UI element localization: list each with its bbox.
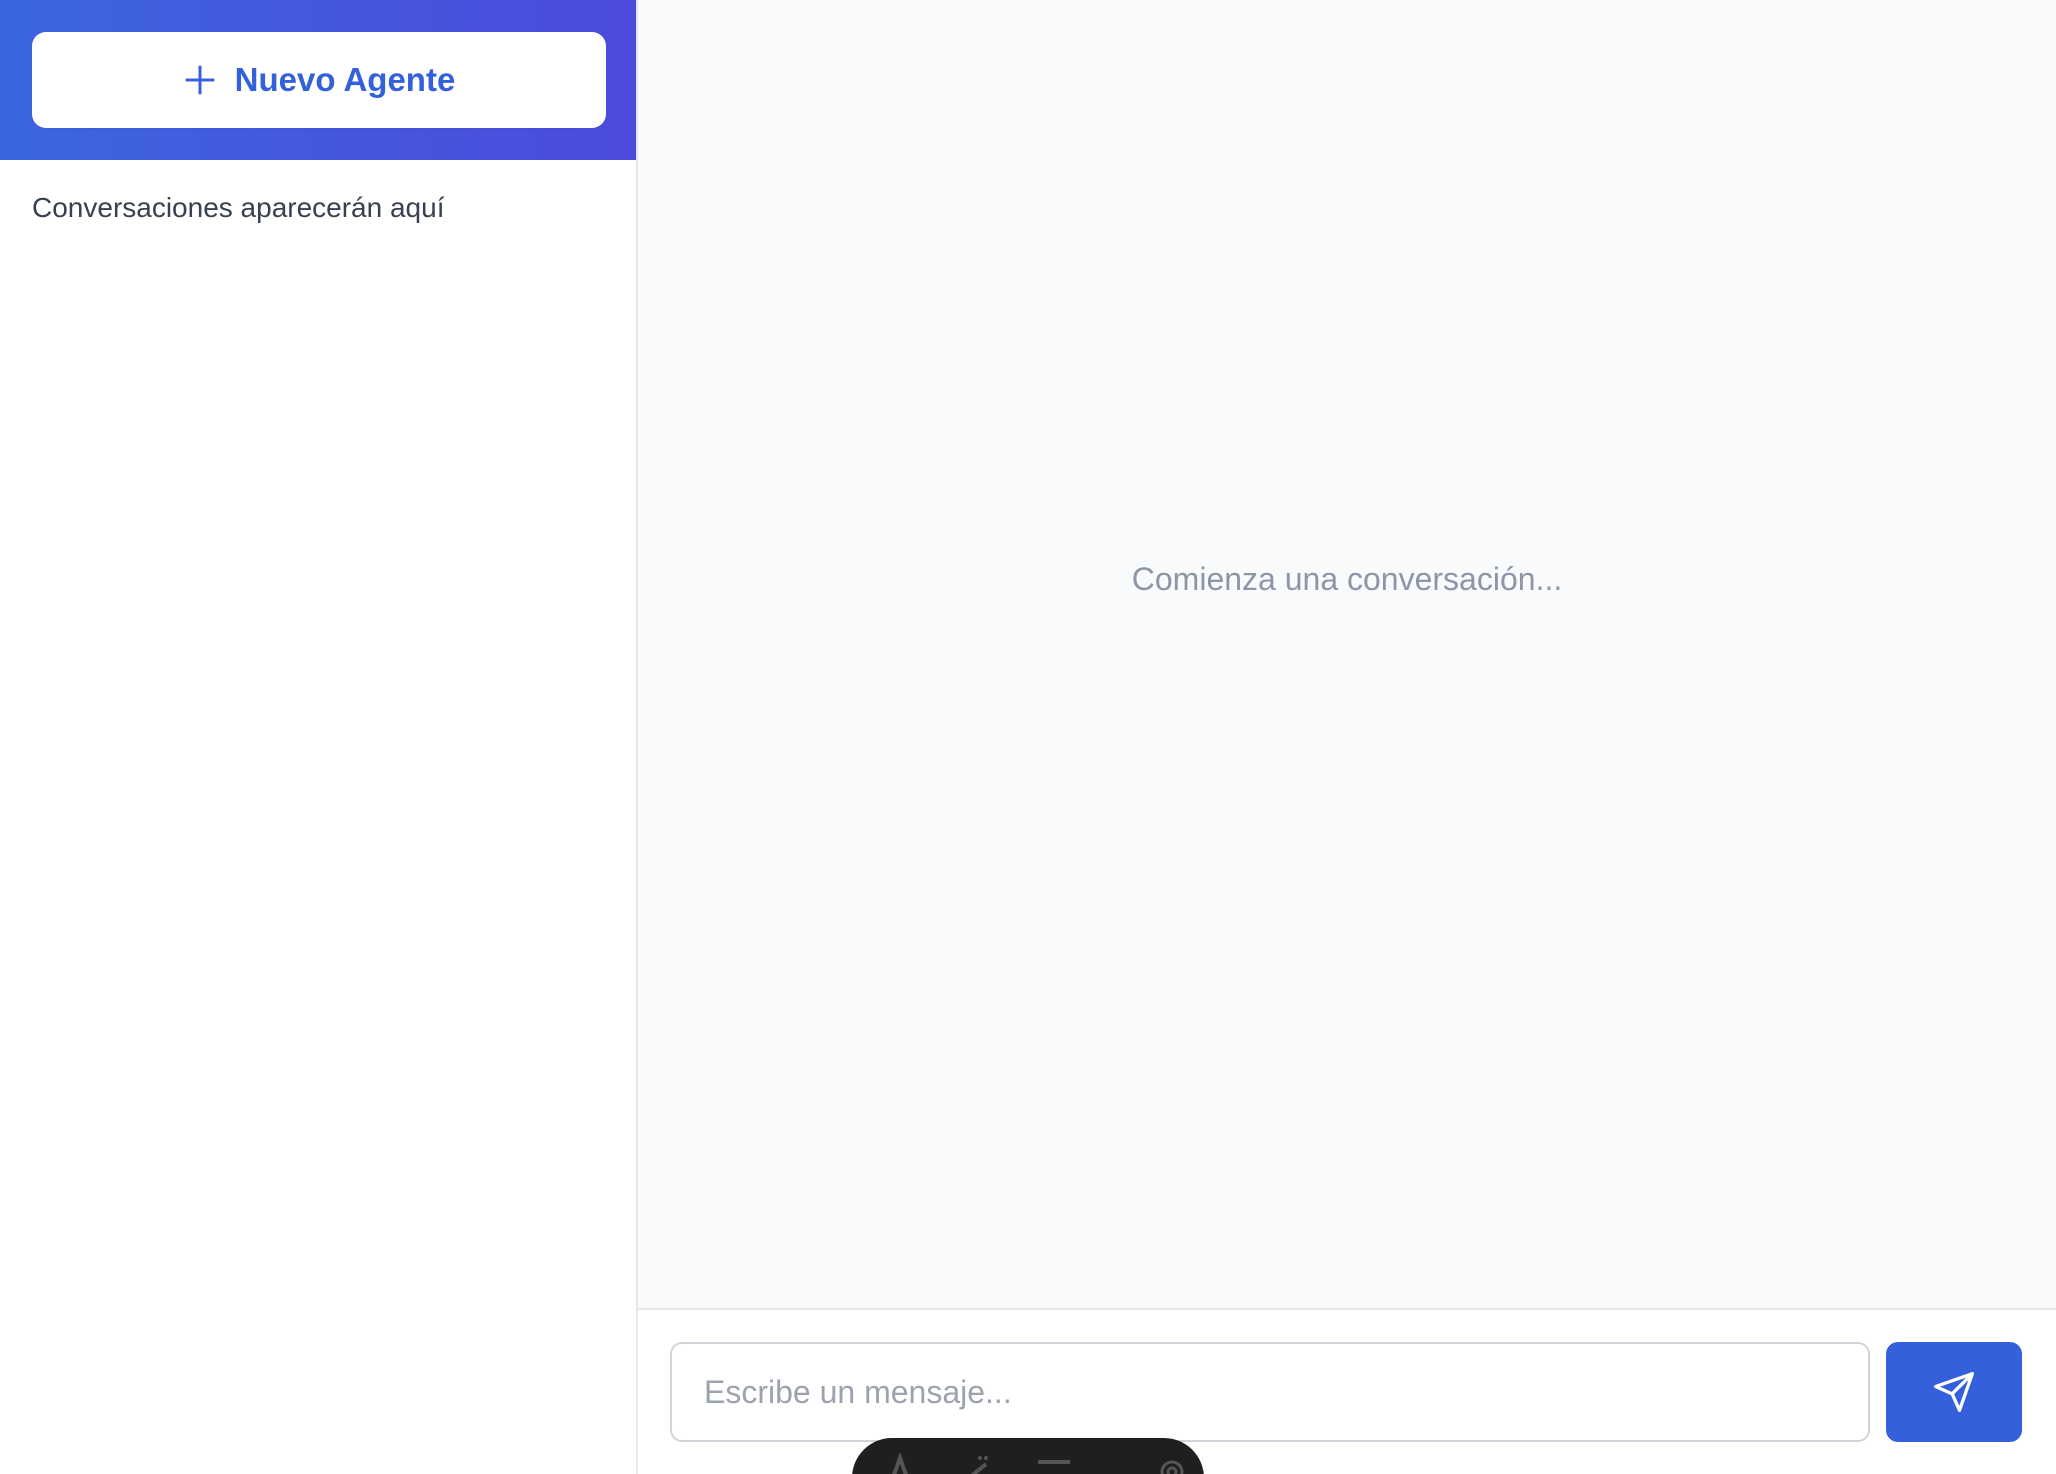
send-button[interactable] (1886, 1342, 2022, 1442)
empty-chat-text: Comienza una conversación... (1131, 560, 1563, 597)
chat-area: Comienza una conversación... (638, 0, 2056, 1474)
app-window: Nuevo Agente Conversaciones aparecerán a… (0, 0, 2056, 1474)
plus-icon (183, 63, 217, 97)
sidebar: Nuevo Agente Conversaciones aparecerán a… (0, 0, 638, 1474)
message-input[interactable] (670, 1342, 1870, 1442)
send-icon (1932, 1370, 1976, 1414)
floating-toolbar (852, 1438, 1204, 1474)
new-agent-label: Nuevo Agente (234, 61, 456, 98)
line-icon[interactable] (1034, 1452, 1074, 1474)
sidebar-header: Nuevo Agente (0, 0, 636, 160)
conversations-empty-text: Conversaciones aparecerán aquí (32, 192, 445, 223)
new-agent-button[interactable]: Nuevo Agente (32, 32, 606, 128)
message-list: Comienza una conversación... (638, 0, 2056, 1308)
brush-icon[interactable] (958, 1452, 994, 1474)
settings-icon[interactable] (1154, 1452, 1190, 1474)
message-composer (638, 1308, 2056, 1474)
text-icon[interactable] (882, 1452, 918, 1474)
